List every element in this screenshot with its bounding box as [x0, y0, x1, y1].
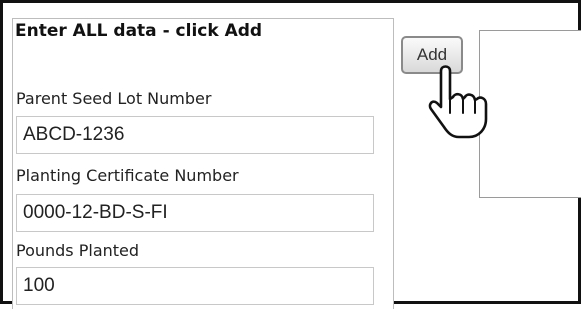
form-heading: Enter ALL data - click Add	[15, 21, 263, 41]
hand-pointer-icon	[428, 65, 488, 139]
window-frame: Enter ALL data - click Add Parent Seed L…	[0, 0, 581, 309]
pounds-planted-label: Pounds Planted	[16, 241, 140, 260]
planting-certificate-label: Planting Certificate Number	[16, 166, 239, 185]
data-entry-panel	[12, 18, 394, 309]
pounds-planted-input[interactable]	[16, 267, 374, 305]
parent-seed-lot-input[interactable]	[16, 116, 374, 154]
planting-certificate-input[interactable]	[16, 194, 374, 232]
parent-seed-lot-label: Parent Seed Lot Number	[16, 89, 212, 108]
